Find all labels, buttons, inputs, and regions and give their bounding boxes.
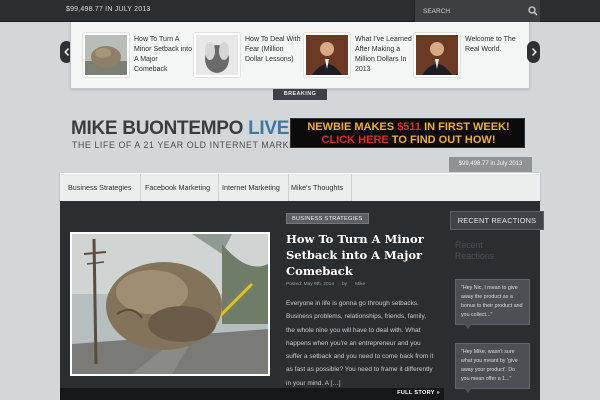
post-title[interactable]: How To Turn A Minor Setback into A Major… [286, 231, 436, 279]
search-box[interactable] [414, 0, 540, 22]
carousel-next-button[interactable] [527, 41, 540, 63]
recent-reactions-header: RECENT REACTIONS [450, 211, 544, 230]
earnings-badge: $99,498.77 in July 2013 [449, 157, 532, 172]
post-featured-image[interactable] [70, 232, 270, 376]
breaking-label: BREAKING [273, 89, 327, 100]
site-logo[interactable]: MIKE BUONTEMPO LIVE [71, 118, 289, 140]
top-bar: $99,498.77 IN JULY 2013 [0, 0, 600, 22]
logo-accent: LIVE [248, 118, 290, 139]
carousel-item-title[interactable]: What I’ve Learned After Making a Million… [355, 35, 413, 75]
carousel-thumb-fear[interactable] [194, 33, 240, 77]
main-nav: Business Strategies Facebook Marketing I… [60, 173, 540, 202]
nav-item-mikes-thoughts[interactable]: Mike's Thoughts [283, 174, 352, 202]
reaction-comment[interactable]: "Hey Mike, wasn't sure what you meant by… [455, 343, 530, 393]
logo-subtitle: THE LIFE OF A 21 YEAR OLD INTERNET MARKE… [72, 140, 316, 150]
nav-item-internet-marketing[interactable]: Internet Marketing [214, 174, 289, 202]
nav-item-facebook-marketing[interactable]: Facebook Marketing [137, 174, 220, 202]
search-icon[interactable] [527, 5, 539, 17]
carousel-thumb-portrait[interactable] [414, 33, 460, 77]
ad-line-1: NEWBIE MAKES $511 IN FIRST WEEK! [307, 121, 510, 133]
recent-reactions-title: Recent Reactions [455, 240, 495, 261]
chevron-left-icon [63, 48, 69, 56]
ad-banner[interactable]: NEWBIE MAKES $511 IN FIRST WEEK! CLICK H… [290, 118, 525, 148]
search-input[interactable] [415, 0, 523, 22]
carousel-item-title[interactable]: Welcome to The Real World. [465, 35, 523, 55]
post-date: Posted: May 9th, 2014 [286, 282, 334, 287]
full-story-link[interactable]: FULL STORY » [397, 390, 440, 396]
post-meta: Posted: May 9th, 2014 by Mike [286, 282, 373, 287]
post-excerpt: Everyone in life is gonna go through set… [286, 300, 434, 387]
top-tagline: $99,498.77 IN JULY 2013 [66, 6, 151, 13]
breaking-carousel: How To Turn A Minor Setback into A Major… [70, 22, 530, 89]
carousel-item-title[interactable]: How To Turn A Minor Setback into A Major… [134, 35, 192, 75]
carousel-thumb-portrait[interactable] [304, 33, 350, 77]
post-author[interactable]: Mike [355, 282, 365, 287]
carousel-thumb-boulder[interactable] [83, 33, 129, 77]
nav-item-business-strategies[interactable]: Business Strategies [60, 174, 141, 202]
post-category-badge[interactable]: BUSINESS STRATEGIES [286, 213, 369, 224]
full-story-bar: FULL STORY » [60, 388, 444, 400]
reaction-comment[interactable]: "Hey Nic, I mean to give away the produc… [455, 279, 530, 329]
ad-line-2: CLICK HERE TO FIND OUT HOW! [321, 134, 496, 146]
chevron-right-icon [531, 48, 537, 56]
logo-name: MIKE BUONTEMPO [71, 118, 244, 139]
post-by: by [342, 282, 348, 287]
carousel-item-title[interactable]: How To Deal With Fear (Million Dollar Le… [245, 35, 303, 65]
